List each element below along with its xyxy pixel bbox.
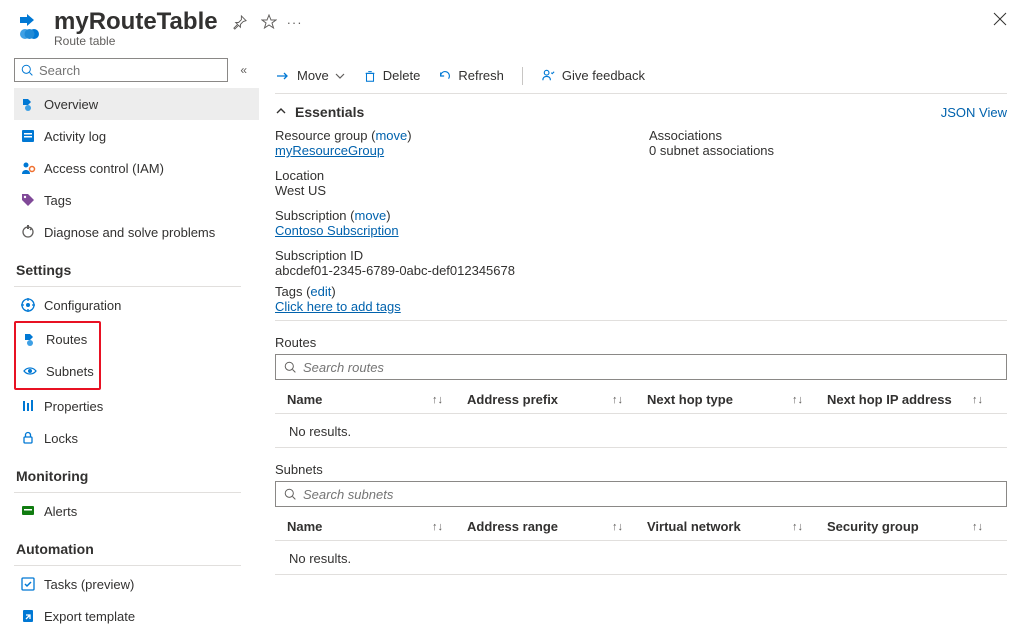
lock-icon: [20, 430, 36, 446]
subnets-section-title: Subnets: [275, 448, 1007, 481]
subnets-col-virtualnetwork[interactable]: Virtual network↑↓: [647, 519, 827, 534]
sort-icon: ↑↓: [792, 394, 803, 406]
tags-label: Tags (edit): [275, 284, 336, 299]
toolbar: Move Delete Refresh Give feedback: [275, 58, 1007, 94]
routes-col-name[interactable]: Name↑↓: [287, 392, 467, 407]
highlighted-nav-group: Routes Subnets: [14, 321, 101, 390]
refresh-button[interactable]: Refresh: [438, 66, 504, 85]
tasks-icon: [20, 576, 36, 592]
section-automation-header: Automation: [14, 527, 261, 561]
close-icon[interactable]: [993, 8, 1007, 26]
subnets-col-name[interactable]: Name↑↓: [287, 519, 467, 534]
sort-icon: ↑↓: [972, 394, 983, 406]
subscription-label: Subscription (move): [275, 208, 633, 223]
routes-col-nexthoptype[interactable]: Next hop type↑↓: [647, 392, 827, 407]
subnets-col-addressrange[interactable]: Address range↑↓: [467, 519, 647, 534]
subnets-empty: No results.: [275, 541, 1007, 575]
subnets-icon: [22, 363, 38, 379]
nav-routes[interactable]: Routes: [16, 323, 97, 355]
routes-icon: [22, 331, 38, 347]
tags-edit-link[interactable]: edit: [310, 284, 331, 299]
subscription-id-label: Subscription ID: [275, 248, 633, 263]
routes-col-addressprefix[interactable]: Address prefix↑↓: [467, 392, 647, 407]
nav-overview[interactable]: Overview: [14, 88, 259, 120]
subnets-search[interactable]: [275, 481, 1007, 507]
sidebar-search[interactable]: [14, 58, 228, 82]
sort-icon: ↑↓: [612, 521, 623, 533]
route-table-icon: [14, 12, 44, 42]
location-value: West US: [275, 183, 633, 198]
export-template-icon: [20, 608, 36, 624]
json-view-link[interactable]: JSON View: [941, 105, 1007, 120]
resource-group-link[interactable]: myResourceGroup: [275, 143, 384, 158]
sidebar-search-input[interactable]: [39, 63, 221, 78]
sort-icon: ↑↓: [972, 521, 983, 533]
subscription-move-link[interactable]: move: [355, 208, 387, 223]
access-control-icon: [20, 160, 36, 176]
nav-tasks[interactable]: Tasks (preview): [14, 568, 259, 600]
section-settings-header: Settings: [14, 248, 261, 282]
associations-label: Associations: [649, 128, 1007, 143]
nav-export-template[interactable]: Export template: [14, 600, 259, 632]
subnets-search-input[interactable]: [303, 487, 998, 502]
page-title: myRouteTable: [54, 8, 218, 36]
delete-button[interactable]: Delete: [363, 66, 421, 85]
routes-empty: No results.: [275, 414, 1007, 448]
nav-subnets[interactable]: Subnets: [16, 355, 97, 387]
sort-icon: ↑↓: [792, 521, 803, 533]
nav-tags[interactable]: Tags: [14, 184, 259, 216]
main-content: Move Delete Refresh Give feedback Essent…: [261, 54, 1025, 640]
essentials-header: Essentials: [295, 104, 941, 120]
nav-configuration[interactable]: Configuration: [14, 289, 259, 321]
nav-diagnose[interactable]: Diagnose and solve problems: [14, 216, 259, 248]
page-subtitle: Route table: [54, 34, 993, 48]
nav-activity-log[interactable]: Activity log: [14, 120, 259, 152]
move-button[interactable]: Move: [275, 66, 345, 86]
subscription-link[interactable]: Contoso Subscription: [275, 223, 399, 238]
chevron-down-icon: [335, 71, 345, 81]
toolbar-separator: [522, 67, 523, 85]
nav-locks[interactable]: Locks: [14, 422, 259, 454]
essentials-toggle-icon[interactable]: [275, 106, 287, 118]
sort-icon: ↑↓: [432, 521, 443, 533]
routes-search-input[interactable]: [303, 360, 998, 375]
properties-icon: [20, 398, 36, 414]
pin-icon[interactable]: [232, 15, 247, 30]
subnets-col-securitygroup[interactable]: Security group↑↓: [827, 519, 1007, 534]
section-monitoring-header: Monitoring: [14, 454, 261, 488]
subscription-id-value: abcdef01-2345-6789-0abc-def012345678: [275, 263, 633, 278]
route-table-small-icon: [20, 96, 36, 112]
alerts-icon: [20, 503, 36, 519]
star-icon[interactable]: [261, 14, 277, 30]
configuration-icon: [20, 297, 36, 313]
more-icon[interactable]: ···: [287, 15, 303, 30]
add-tags-link[interactable]: Click here to add tags: [275, 299, 401, 314]
sidebar: « Overview Activity log Access control (…: [0, 54, 261, 640]
tag-icon: [20, 192, 36, 208]
resource-group-label: Resource group (move): [275, 128, 633, 143]
resource-group-move-link[interactable]: move: [375, 128, 407, 143]
routes-col-nexthopip[interactable]: Next hop IP address↑↓: [827, 392, 1007, 407]
nav-alerts[interactable]: Alerts: [14, 495, 259, 527]
nav-properties[interactable]: Properties: [14, 390, 259, 422]
routes-section-title: Routes: [275, 321, 1007, 354]
location-label: Location: [275, 168, 633, 183]
diagnose-icon: [20, 224, 36, 240]
sort-icon: ↑↓: [432, 394, 443, 406]
associations-value: 0 subnet associations: [649, 143, 1007, 158]
activity-log-icon: [20, 128, 36, 144]
subnets-table-header: Name↑↓ Address range↑↓ Virtual network↑↓…: [275, 511, 1007, 541]
sort-icon: ↑↓: [612, 394, 623, 406]
nav-access-control[interactable]: Access control (IAM): [14, 152, 259, 184]
routes-table-header: Name↑↓ Address prefix↑↓ Next hop type↑↓ …: [275, 384, 1007, 414]
collapse-sidebar-icon[interactable]: «: [236, 63, 251, 77]
routes-search[interactable]: [275, 354, 1007, 380]
feedback-button[interactable]: Give feedback: [541, 66, 645, 85]
